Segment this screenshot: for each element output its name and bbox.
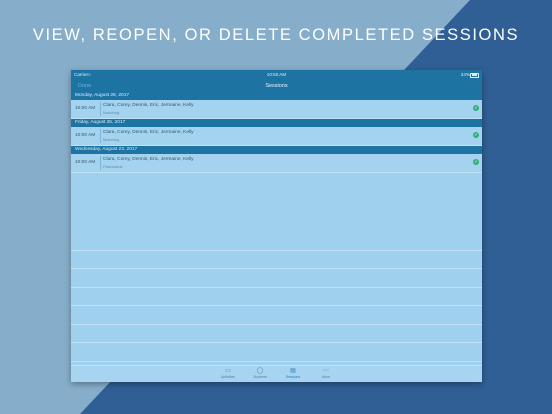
section-header: Monday, August 28, 2017 bbox=[71, 92, 482, 100]
session-row[interactable]: 10:00 AM Clara, Corey, Dennis, Eric, Jer… bbox=[71, 100, 482, 119]
more-icon: ⋯ bbox=[323, 368, 329, 374]
session-row[interactable]: 10:00 AM Clara, Corey, Dennis, Eric, Jer… bbox=[71, 127, 482, 146]
session-time: 10:00 AM bbox=[75, 106, 96, 111]
empty-row-line bbox=[71, 251, 482, 269]
empty-row-line bbox=[71, 232, 482, 251]
empty-rows bbox=[71, 232, 482, 382]
students-icon: ◯ bbox=[256, 368, 264, 374]
session-row[interactable]: 10:00 AM Clara, Corey, Dennis, Eric, Jer… bbox=[71, 154, 482, 173]
session-type: Matching bbox=[103, 136, 120, 142]
ipad-screen: Carrier ≈ 10:50 AM 34% Done Sessions Mon… bbox=[71, 70, 482, 382]
row-divider bbox=[100, 156, 101, 170]
row-divider bbox=[100, 102, 101, 116]
sessions-list: Monday, August 28, 2017 10:00 AM Clara, … bbox=[71, 92, 482, 173]
session-students: Clara, Corey, Dennis, Eric, Jermaine, Ke… bbox=[103, 130, 194, 135]
page-title: Sessions bbox=[265, 83, 288, 89]
empty-row-line bbox=[71, 288, 482, 306]
battery-percent: 34% bbox=[460, 72, 470, 77]
battery-icon bbox=[470, 72, 479, 78]
status-bar: Carrier ≈ 10:50 AM 34% bbox=[71, 70, 482, 80]
empty-row-line bbox=[71, 269, 482, 288]
tab-label: Activities bbox=[221, 375, 235, 379]
empty-row-line bbox=[71, 306, 482, 325]
tab-more[interactable]: ⋯ More bbox=[311, 368, 341, 379]
navigation-bar: Done Sessions bbox=[71, 80, 482, 92]
tab-sessions[interactable]: ▤ Sessions bbox=[278, 368, 308, 379]
section-header: Friday, August 25, 2017 bbox=[71, 119, 482, 127]
tab-label: Sessions bbox=[285, 375, 301, 379]
tab-activities[interactable]: ▭ Activities bbox=[213, 368, 243, 379]
tab-label: Students bbox=[253, 375, 267, 379]
tab-label: More bbox=[322, 375, 330, 379]
completed-check-icon: ✓ bbox=[473, 132, 479, 138]
tab-bar: ▭ Activities ◯ Students ▤ Sessions ⋯ Mor… bbox=[71, 365, 482, 382]
promo-banner: VIEW, REOPEN, OR DELETE COMPLETED SESSIO… bbox=[32, 26, 520, 44]
session-type: Flashcards bbox=[103, 163, 123, 169]
empty-row-line bbox=[71, 343, 482, 362]
session-time: 10:00 AM bbox=[75, 160, 96, 165]
session-students: Clara, Corey, Dennis, Eric, Jermaine, Ke… bbox=[103, 157, 194, 162]
status-time: 10:50 AM bbox=[266, 72, 287, 77]
row-divider bbox=[100, 129, 101, 143]
session-students: Clara, Corey, Dennis, Eric, Jermaine, Ke… bbox=[103, 103, 194, 108]
sessions-icon: ▤ bbox=[290, 368, 296, 374]
completed-check-icon: ✓ bbox=[473, 159, 479, 165]
activities-icon: ▭ bbox=[225, 368, 231, 374]
section-header: Wednesday, August 23, 2017 bbox=[71, 146, 482, 154]
empty-row-line bbox=[71, 325, 482, 343]
session-type: Matching bbox=[103, 109, 120, 115]
session-time: 10:00 AM bbox=[75, 133, 96, 138]
completed-check-icon: ✓ bbox=[473, 105, 479, 111]
tab-students[interactable]: ◯ Students bbox=[245, 368, 275, 379]
